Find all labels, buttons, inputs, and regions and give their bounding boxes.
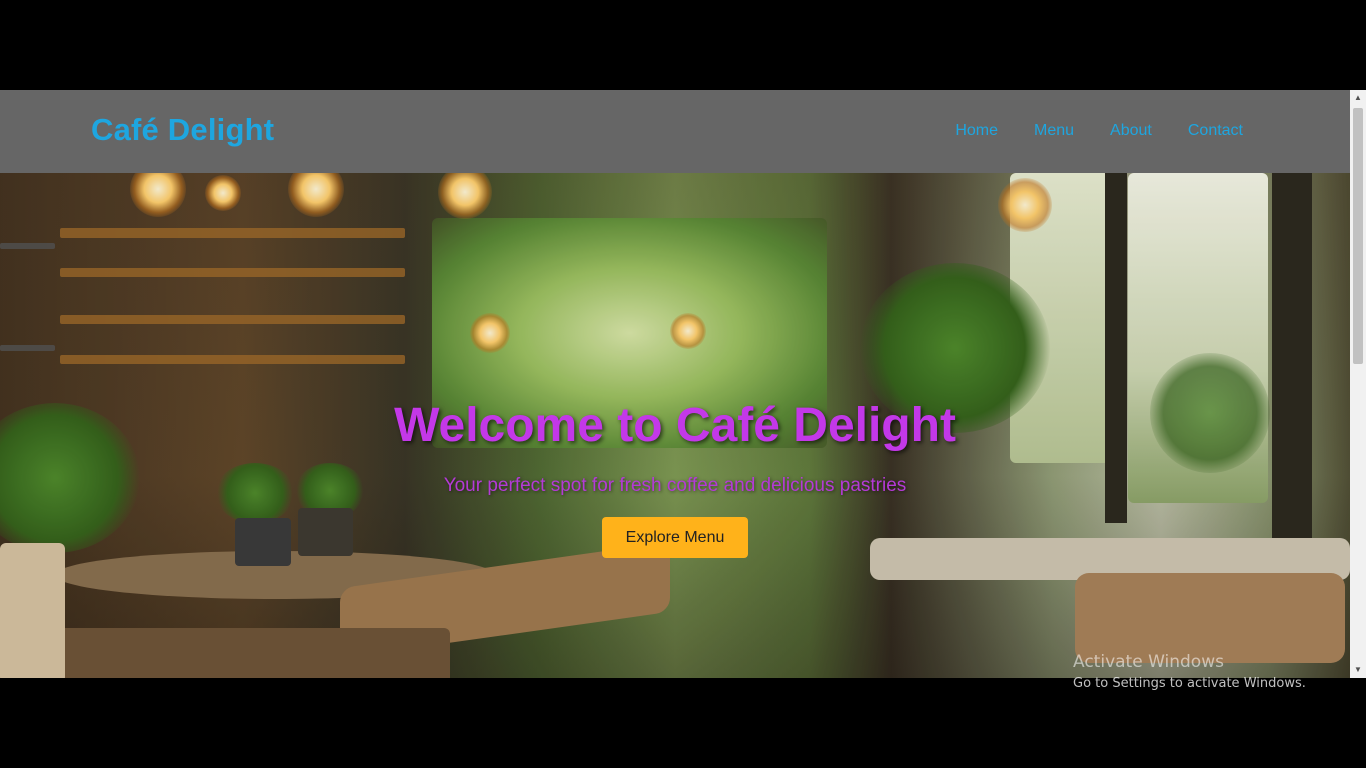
nav-home-link[interactable]: Home <box>955 122 998 140</box>
watermark-title: Activate Windows <box>1073 652 1224 672</box>
browser-viewport: Café Delight Home Menu About Contact Wel… <box>0 90 1350 678</box>
chevron-down-icon[interactable]: ▼ <box>1350 662 1366 678</box>
navbar: Café Delight Home Menu About Contact <box>0 90 1350 173</box>
explore-menu-button[interactable]: Explore Menu <box>602 517 748 558</box>
watermark-subtitle: Go to Settings to activate Windows. <box>1073 676 1306 691</box>
nav-about-link[interactable]: About <box>1110 122 1152 140</box>
vertical-scrollbar[interactable]: ▲ ▼ <box>1350 90 1366 678</box>
chevron-up-icon[interactable]: ▲ <box>1350 90 1366 106</box>
nav-contact-link[interactable]: Contact <box>1188 122 1243 140</box>
nav-links: Home Menu About Contact <box>955 122 1243 140</box>
hero-section: Welcome to Café Delight Your perfect spo… <box>0 173 1350 678</box>
nav-menu-link[interactable]: Menu <box>1034 122 1074 140</box>
brand-logo[interactable]: Café Delight <box>91 112 274 148</box>
windows-activation-watermark: Activate Windows Go to Settings to activ… <box>1073 652 1306 691</box>
hero-title: Welcome to Café Delight <box>394 399 956 452</box>
hero-subtitle: Your perfect spot for fresh coffee and d… <box>443 475 907 496</box>
scrollbar-thumb[interactable] <box>1353 108 1363 364</box>
